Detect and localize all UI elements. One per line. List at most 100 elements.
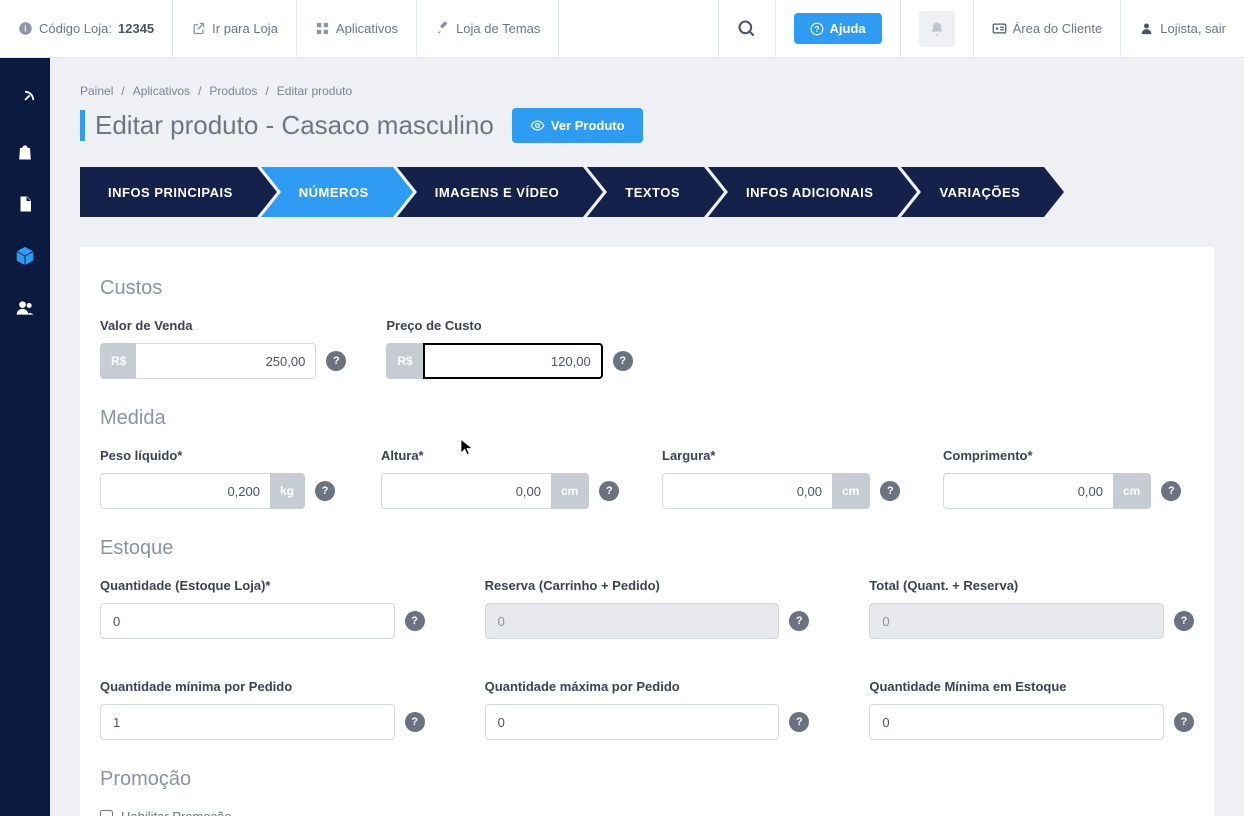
themes-link[interactable]: Loja de Temas (417, 0, 559, 57)
currency-prefix: R$ (100, 343, 136, 379)
cm-suffix: cm (1113, 473, 1151, 509)
promo-enable-checkbox[interactable] (100, 810, 113, 816)
user-icon (1139, 21, 1154, 36)
help-icon[interactable]: ? (405, 712, 425, 732)
step-nav: INFOS PRINCIPAIS NÚMEROS IMAGENS E VÍDEO… (80, 167, 1214, 217)
step-variacoes[interactable]: VARIAÇÕES (901, 167, 1044, 217)
qty-input[interactable] (100, 603, 395, 639)
field-cost-price: Preço de Custo R$ ? (386, 318, 632, 379)
field-max-order: Quantidade máxima por Pedido ? (485, 679, 810, 740)
brush-icon (435, 21, 450, 36)
help-icon[interactable]: ? (326, 351, 346, 371)
logout-link[interactable]: Lojista, sair (1120, 0, 1244, 57)
client-area-link[interactable]: Área do Cliente (973, 0, 1121, 57)
store-code: i Código Loja: 12345 (0, 0, 173, 57)
weight-label: Peso líquido* (100, 448, 351, 463)
form-panel: Custos Valor de Venda R$ ? Preço de Cust… (80, 247, 1214, 816)
view-product-button[interactable]: Ver Produto (512, 108, 643, 143)
field-height: Altura* cm ? (381, 448, 632, 509)
sidebar-dashboard[interactable] (13, 88, 37, 112)
cm-suffix: cm (832, 473, 870, 509)
id-card-icon (992, 21, 1007, 36)
page-title: Editar produto - Casaco masculino (80, 110, 494, 141)
total-label: Total (Quant. + Reserva) (869, 578, 1194, 593)
field-min-order: Quantidade mínima por Pedido ? (100, 679, 425, 740)
svg-text:?: ? (814, 24, 819, 33)
field-length: Comprimento* cm ? (943, 448, 1194, 509)
sidebar-products[interactable] (13, 244, 37, 268)
crumb-apps[interactable]: Aplicativos (133, 84, 190, 98)
step-textos[interactable]: TEXTOS (587, 167, 704, 217)
info-icon: i (18, 21, 33, 36)
cube-icon (14, 245, 36, 267)
step-infos-principais[interactable]: INFOS PRINCIPAIS (80, 167, 257, 217)
max-order-input[interactable] (485, 704, 780, 740)
eye-icon (530, 118, 545, 133)
help-icon[interactable]: ? (1174, 712, 1194, 732)
sidebar (0, 58, 50, 816)
field-reserve: Reserva (Carrinho + Pedido) ? (485, 578, 810, 639)
document-icon (16, 194, 34, 214)
cost-price-input[interactable] (423, 343, 603, 379)
help-icon[interactable]: ? (405, 611, 425, 631)
question-circle-icon: ? (810, 22, 824, 36)
crumb-products[interactable]: Produtos (209, 84, 257, 98)
field-total: Total (Quant. + Reserva) ? (869, 578, 1194, 639)
cost-price-label: Preço de Custo (386, 318, 632, 333)
sidebar-orders[interactable] (13, 140, 37, 164)
sale-price-label: Valor de Venda (100, 318, 346, 333)
section-promo-title: Promoção (100, 768, 1194, 791)
weight-input[interactable] (100, 473, 270, 509)
field-width: Largura* cm ? (662, 448, 913, 509)
sidebar-customers[interactable] (13, 296, 37, 320)
height-label: Altura* (381, 448, 632, 463)
reserve-label: Reserva (Carrinho + Pedido) (485, 578, 810, 593)
height-input[interactable] (381, 473, 551, 509)
notifications-button[interactable] (919, 11, 955, 47)
users-icon (14, 298, 36, 318)
help-button[interactable]: ? Ajuda (794, 13, 882, 44)
help-icon[interactable]: ? (613, 351, 633, 371)
breadcrumb: Painel/ Aplicativos/ Produtos/ Editar pr… (80, 84, 1214, 98)
max-order-label: Quantidade máxima por Pedido (485, 679, 810, 694)
content-area: Painel/ Aplicativos/ Produtos/ Editar pr… (50, 58, 1244, 816)
step-imagens[interactable]: IMAGENS E VÍDEO (397, 167, 584, 217)
help-icon[interactable]: ? (880, 481, 900, 501)
qty-label: Quantidade (Estoque Loja)* (100, 578, 425, 593)
field-min-stock: Quantidade Mínima em Estoque ? (869, 679, 1194, 740)
help-icon[interactable]: ? (1161, 481, 1181, 501)
section-stock-title: Estoque (100, 537, 1194, 560)
apps-link[interactable]: Aplicativos (297, 0, 417, 57)
length-input[interactable] (943, 473, 1113, 509)
min-order-input[interactable] (100, 704, 395, 740)
step-numeros[interactable]: NÚMEROS (261, 167, 393, 217)
help-icon[interactable]: ? (789, 611, 809, 631)
help-icon[interactable]: ? (789, 712, 809, 732)
reserve-input (485, 603, 780, 639)
help-icon[interactable]: ? (315, 481, 335, 501)
width-input[interactable] (662, 473, 832, 509)
help-icon[interactable]: ? (599, 481, 619, 501)
promo-enable-label: Habilitar Promoção (121, 809, 232, 816)
section-costs-title: Custos (100, 277, 1194, 300)
go-to-store-link[interactable]: Ir para Loja (173, 0, 297, 57)
field-sale-price: Valor de Venda R$ ? (100, 318, 346, 379)
sidebar-pages[interactable] (13, 192, 37, 216)
sale-price-input[interactable] (136, 343, 316, 379)
currency-prefix: R$ (386, 343, 422, 379)
min-stock-input[interactable] (869, 704, 1164, 740)
search-area[interactable] (718, 0, 775, 57)
min-stock-label: Quantidade Mínima em Estoque (869, 679, 1194, 694)
field-qty: Quantidade (Estoque Loja)* ? (100, 578, 425, 639)
width-label: Largura* (662, 448, 913, 463)
crumb-painel[interactable]: Painel (80, 84, 113, 98)
section-measure-title: Medida (100, 407, 1194, 430)
help-area: ? Ajuda (775, 0, 900, 57)
help-icon[interactable]: ? (1174, 611, 1194, 631)
step-infos-adicionais[interactable]: INFOS ADICIONAIS (708, 167, 897, 217)
bell-icon (929, 21, 945, 37)
kg-suffix: kg (270, 473, 305, 509)
external-link-icon (191, 21, 206, 36)
notifications-area (900, 0, 973, 57)
field-weight: Peso líquido* kg ? (100, 448, 351, 509)
